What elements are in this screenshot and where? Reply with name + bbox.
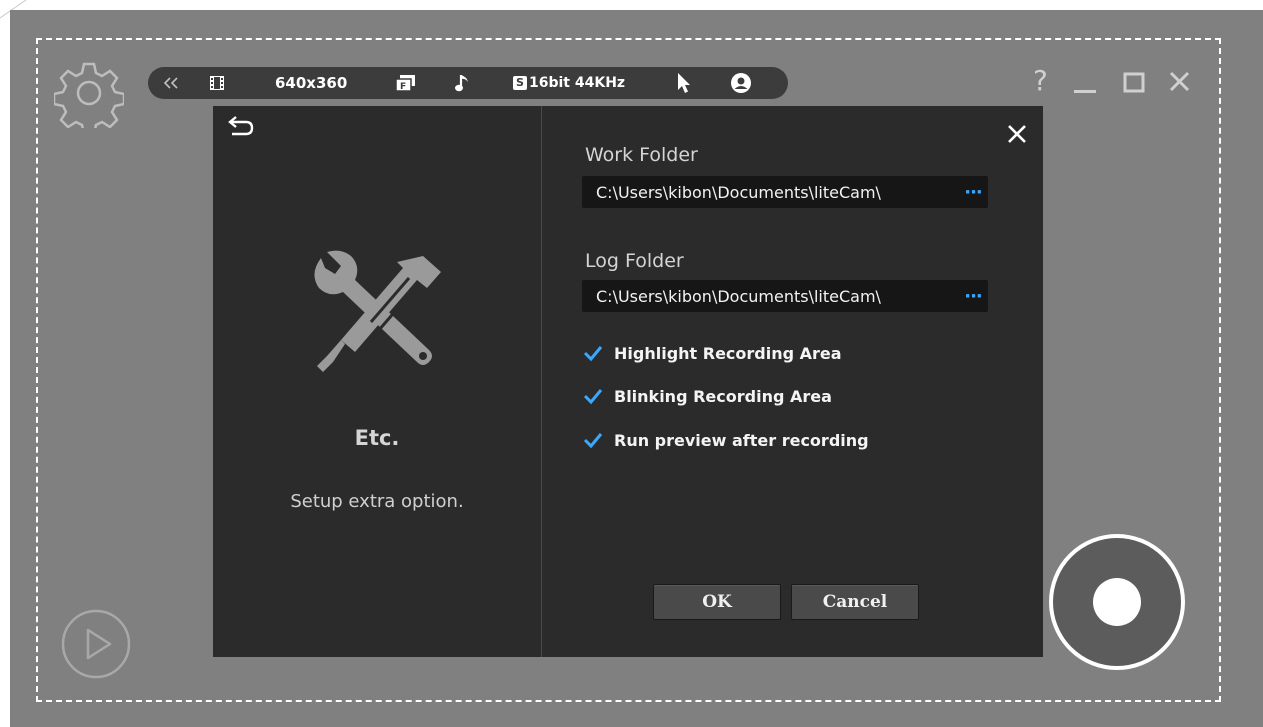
music-note-icon[interactable] — [455, 67, 471, 99]
audio-format-selector[interactable]: S 16bit 44KHz — [513, 67, 625, 99]
cancel-button[interactable]: Cancel — [791, 584, 919, 620]
dialog-close-icon[interactable] — [1006, 123, 1028, 145]
ok-button[interactable]: OK — [653, 584, 781, 620]
stereo-badge-icon: S — [513, 76, 527, 90]
blinking-area-label: Blinking Recording Area — [614, 386, 832, 406]
pane-title: Etc. — [354, 426, 400, 450]
audio-format-label: 16bit 44KHz — [529, 75, 626, 91]
recording-toolbar: 640x360 F S 16bit 44KHz — [148, 67, 788, 99]
settings-dialog: Etc. Setup extra option. Work Folder C:\… — [213, 106, 1043, 657]
minimize-icon[interactable] — [1072, 66, 1098, 96]
work-folder-value[interactable]: C:\Users\kibon\Documents\liteCam\ — [596, 183, 958, 202]
pane-description: Setup extra option. — [290, 491, 464, 512]
log-folder-value[interactable]: C:\Users\kibon\Documents\liteCam\ — [596, 287, 958, 306]
checkbox-checked-icon[interactable] — [582, 385, 604, 407]
pane-divider — [541, 106, 542, 657]
cursor-icon[interactable] — [676, 67, 692, 99]
work-folder-browse-button[interactable]: ··· — [958, 182, 988, 203]
highlight-area-label: Highlight Recording Area — [614, 343, 842, 363]
work-folder-label: Work Folder — [585, 144, 698, 166]
back-arrow-icon[interactable] — [227, 114, 257, 138]
record-dot-icon — [1093, 578, 1141, 626]
fps-icon[interactable]: F — [395, 67, 417, 99]
webcam-icon[interactable] — [730, 67, 752, 99]
svg-text:F: F — [400, 82, 406, 92]
work-folder-field[interactable]: C:\Users\kibon\Documents\liteCam\ ··· — [582, 176, 988, 208]
log-folder-label: Log Folder — [585, 250, 684, 272]
double-chevron-left-icon[interactable] — [162, 67, 180, 99]
checkbox-checked-icon[interactable] — [582, 429, 604, 451]
help-button[interactable]: ? — [1033, 66, 1048, 96]
resolution-label[interactable]: 640x360 — [275, 67, 347, 99]
run-preview-label: Run preview after recording — [614, 430, 869, 450]
checkbox-checked-icon[interactable] — [582, 342, 604, 364]
dialog-left-pane: Etc. Setup extra option. — [213, 106, 541, 657]
run-preview-option[interactable]: Run preview after recording — [582, 427, 869, 453]
play-preview-icon[interactable] — [60, 608, 132, 680]
log-folder-browse-button[interactable]: ··· — [958, 286, 988, 307]
record-button[interactable] — [1047, 532, 1187, 672]
settings-gear-icon[interactable] — [52, 58, 126, 136]
maximize-icon[interactable] — [1121, 66, 1147, 96]
film-icon[interactable] — [208, 67, 226, 99]
blinking-area-option[interactable]: Blinking Recording Area — [582, 383, 832, 409]
tools-icon — [305, 244, 455, 384]
log-folder-field[interactable]: C:\Users\kibon\Documents\liteCam\ ··· — [582, 280, 988, 312]
close-icon[interactable] — [1167, 66, 1193, 96]
highlight-area-option[interactable]: Highlight Recording Area — [582, 340, 842, 366]
